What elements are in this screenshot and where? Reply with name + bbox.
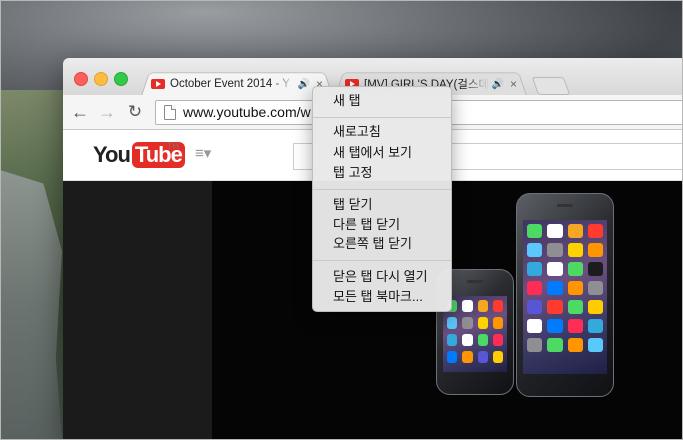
- guide-sidebar: [63, 181, 212, 440]
- minimize-window-button[interactable]: [94, 72, 108, 86]
- menu-item-close-other-tabs[interactable]: 다른 탭 닫기: [333, 216, 400, 234]
- url-text: www.youtube.com/w: [183, 104, 311, 120]
- menu-item-bookmark-all-tabs[interactable]: 모든 탭 북마크...: [333, 288, 423, 306]
- tab-october-event[interactable]: October Event 2014 - Y 🔊 ×: [141, 70, 333, 96]
- youtube-favicon-icon: [151, 79, 165, 89]
- region-label: TH: [167, 141, 179, 151]
- menu-item-reopen-closed-tab[interactable]: 닫은 탭 다시 열기: [333, 268, 428, 286]
- forward-arrow-icon[interactable]: →: [96, 101, 118, 123]
- menu-item-close-tabs-right[interactable]: 오른쪽 탭 닫기: [333, 235, 412, 253]
- speaker-icon: 🔊: [297, 78, 310, 90]
- reload-icon[interactable]: ↻: [124, 101, 146, 123]
- menu-item-open-in-new-tab[interactable]: 새 탭에서 보기: [333, 144, 412, 162]
- page-icon: [164, 105, 176, 120]
- menu-item-new-tab[interactable]: 새 탭: [333, 92, 361, 110]
- zoom-window-button[interactable]: [114, 72, 128, 86]
- menu-separator: [313, 117, 451, 118]
- iphone-large-image: [516, 193, 614, 397]
- new-tab-button[interactable]: [531, 77, 571, 95]
- menu-item-close-tab[interactable]: 탭 닫기: [333, 196, 373, 214]
- menu-item-pin-tab[interactable]: 탭 고정: [333, 164, 373, 182]
- logo-you: You: [93, 142, 131, 167]
- tab-title: October Event 2014 - Y: [170, 78, 290, 90]
- menu-separator: [313, 189, 451, 190]
- back-arrow-icon[interactable]: ←: [69, 101, 91, 123]
- menu-item-reload[interactable]: 새로고침: [333, 123, 381, 141]
- guide-menu-icon[interactable]: ≡▾: [195, 146, 219, 162]
- speaker-icon: 🔊: [491, 78, 504, 90]
- tab-context-menu: 새 탭 새로고침 새 탭에서 보기 탭 고정 탭 닫기 다른 탭 닫기 오른쪽 …: [312, 86, 452, 312]
- menu-separator: [313, 260, 451, 261]
- close-window-button[interactable]: [74, 72, 88, 86]
- tab-close-icon[interactable]: ×: [510, 77, 517, 91]
